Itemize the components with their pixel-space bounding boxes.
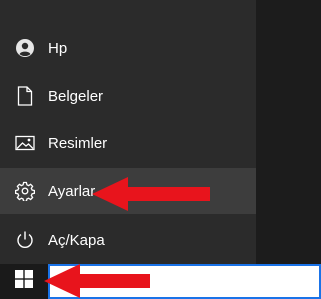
red-arrow-icon [92,177,210,211]
tiles-area [256,0,321,264]
red-arrow-icon [44,264,150,298]
start-button[interactable] [0,264,48,299]
power-icon [14,229,36,251]
menu-item-label: Aç/Kapa [48,231,105,249]
menu-item-documents[interactable]: Belgeler [0,73,256,119]
menu-item-label: Ayarlar [48,182,96,200]
menu-item-label: Resimler [48,134,108,152]
menu-item-pictures[interactable]: Resimler [0,120,256,166]
menu-item-label: Belgeler [48,87,104,105]
menu-item-label: Hp [48,39,68,57]
document-icon [14,85,36,107]
windows-logo-icon [15,270,33,293]
user-icon [14,37,36,59]
menu-item-power[interactable]: Aç/Kapa [0,217,256,263]
gear-icon [14,180,36,202]
menu-item-user[interactable]: Hp [0,25,256,71]
pictures-icon [14,132,36,154]
